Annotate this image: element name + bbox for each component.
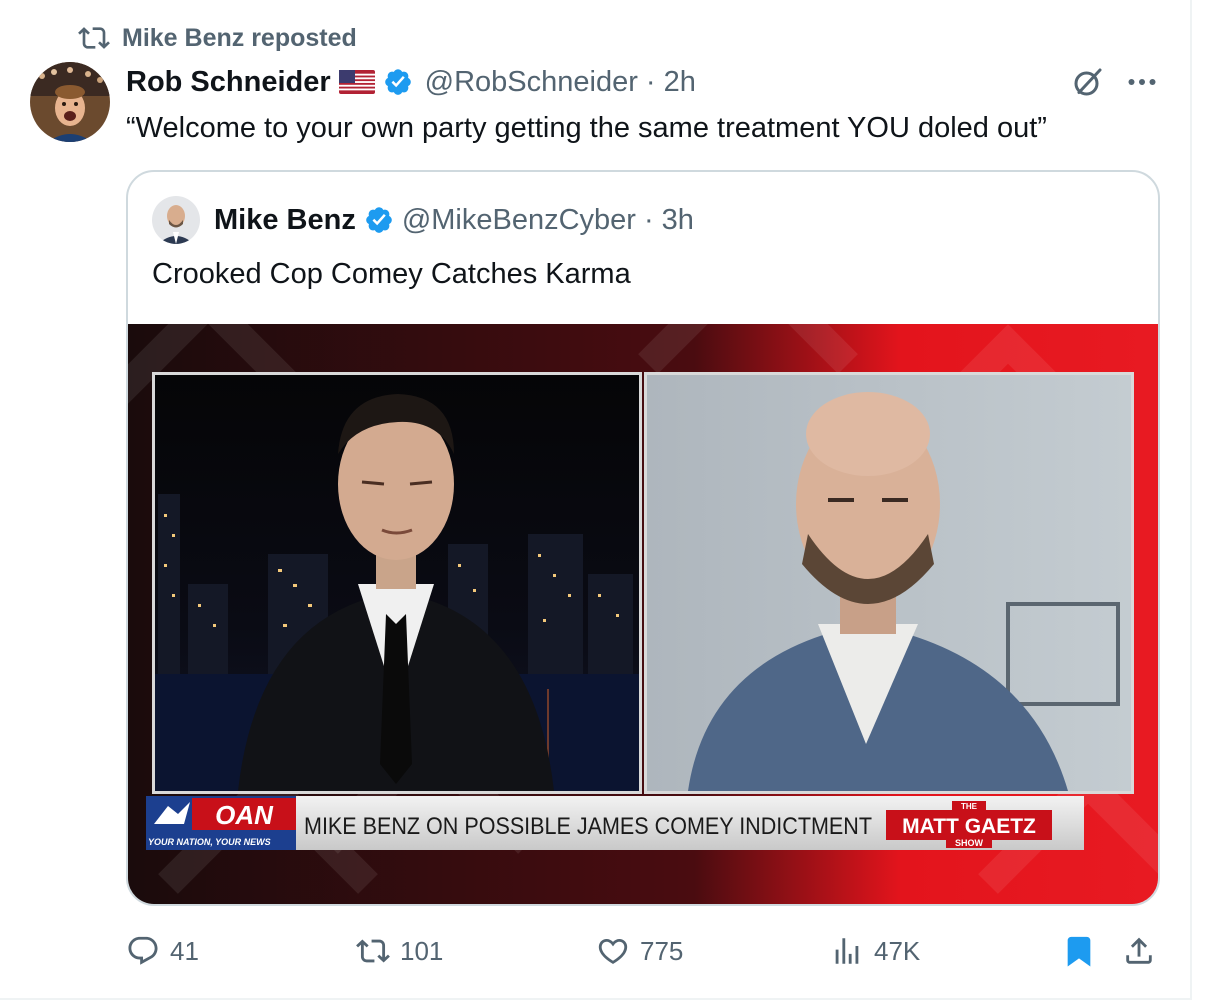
quote-header: Mike Benz @MikeBenzCyber · 3h (152, 196, 694, 244)
verified-badge-icon[interactable] (364, 205, 394, 235)
author-avatar[interactable] (30, 62, 110, 142)
repost-label[interactable]: Mike Benz reposted (122, 24, 357, 53)
tweet-text: “Welcome to your own party getting the s… (126, 112, 1047, 144)
repost-button[interactable]: 101 (356, 926, 443, 976)
tweet-action-bar: 41 101 775 47K (0, 926, 1192, 976)
tweet-header: Rob Schneider @RobSchneider · 2h (126, 62, 696, 102)
show-suffix: SHOW (955, 838, 984, 848)
bookmark-filled-icon (1067, 936, 1091, 967)
quote-author-avatar[interactable] (152, 196, 200, 244)
like-button[interactable]: 775 (596, 926, 683, 976)
separator-dot: · (643, 203, 654, 236)
quoted-tweet[interactable]: Mike Benz @MikeBenzCyber · 3h Crooked Co… (126, 170, 1160, 906)
repost-context: Mike Benz reposted (78, 22, 357, 54)
show-prefix: THE (961, 802, 978, 811)
separator-dot: · (645, 65, 656, 98)
network-tagline: YOUR NATION, YOUR NEWS (148, 837, 271, 847)
like-count: 775 (640, 935, 684, 966)
more-options-icon[interactable] (1124, 68, 1160, 96)
quote-author-handle[interactable]: @MikeBenzCyber (402, 204, 636, 237)
share-icon (1126, 937, 1152, 964)
view-count: 47K (874, 935, 921, 966)
tweet-timestamp[interactable]: 2h (664, 66, 696, 99)
us-flag-icon (338, 70, 375, 94)
network-logo: OAN (215, 800, 274, 830)
quote-timestamp[interactable]: 3h (662, 204, 694, 237)
repost-count: 101 (400, 935, 444, 966)
author-name[interactable]: Rob Schneider (126, 66, 331, 99)
reply-count: 41 (170, 935, 199, 966)
show-name: MATT GAETZ (902, 815, 1036, 838)
verified-badge-icon[interactable] (383, 67, 413, 97)
grok-icon[interactable] (1070, 64, 1106, 100)
reply-button[interactable]: 41 (126, 926, 199, 976)
author-handle[interactable]: @RobSchneider (425, 66, 638, 99)
heart-icon (598, 938, 628, 964)
views-chart-icon (835, 938, 859, 964)
quote-text: Crooked Cop Comey Catches Karma (152, 258, 631, 290)
repost-icon (356, 939, 390, 963)
reply-icon (128, 936, 158, 965)
repost-icon (78, 27, 110, 49)
tweet-card[interactable]: Mike Benz reposted Rob Schneider @RobSch… (0, 0, 1192, 1000)
bookmark-button[interactable] (1062, 926, 1096, 976)
chyron-headline: MIKE BENZ ON POSSIBLE JAMES COMEY INDICT… (304, 813, 872, 840)
quote-author-name[interactable]: Mike Benz (214, 204, 356, 237)
video-thumbnail[interactable]: OAN YOUR NATION, YOUR NEWS MIKE BENZ ON … (128, 324, 1158, 904)
share-button[interactable] (1122, 926, 1156, 976)
views-button[interactable]: 47K (830, 926, 920, 976)
